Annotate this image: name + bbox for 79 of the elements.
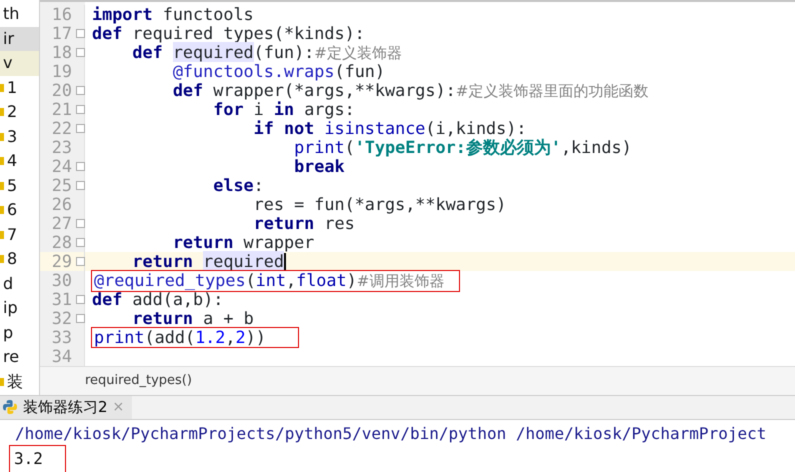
file-marker-icon bbox=[0, 230, 4, 239]
project-tree-item[interactable]: 5 bbox=[0, 174, 39, 198]
project-tree-item[interactable]: d bbox=[0, 272, 39, 296]
fold-marker-icon[interactable] bbox=[76, 314, 84, 323]
highlighted-code-line: @required_types(int,float)#调用装饰器 bbox=[92, 270, 460, 290]
line-number: 19 bbox=[50, 62, 73, 81]
code-line: return wrapper bbox=[172, 233, 314, 252]
file-marker-icon bbox=[0, 255, 4, 264]
run-tab[interactable]: 装饰器练习2 × bbox=[0, 396, 132, 418]
code-line: def required(fun):#定义装饰器 bbox=[131, 42, 402, 62]
project-tree-item[interactable]: 4 bbox=[0, 149, 39, 174]
file-marker-icon bbox=[0, 84, 4, 92]
fold-marker-icon[interactable] bbox=[76, 257, 84, 266]
fold-marker-icon[interactable] bbox=[76, 238, 84, 247]
code-line: def required_types(*kinds): bbox=[92, 24, 365, 43]
project-tree-item[interactable]: ir bbox=[0, 26, 39, 51]
highlighted-code-line: print(add(1.2,2)) bbox=[92, 328, 298, 347]
file-marker-icon bbox=[0, 182, 4, 190]
project-tree-item[interactable]: 装 bbox=[0, 370, 39, 394]
code-line: @functools.wraps(fun) bbox=[172, 62, 386, 81]
python-icon bbox=[2, 399, 18, 416]
fold-marker-icon[interactable] bbox=[76, 124, 84, 133]
code-line: res = fun(*args,**kwargs) bbox=[252, 195, 506, 214]
line-number: 29 bbox=[50, 252, 73, 271]
fold-marker-icon[interactable] bbox=[76, 29, 84, 38]
line-number: 26 bbox=[50, 195, 73, 214]
project-tree-item[interactable]: p bbox=[0, 320, 39, 345]
line-number: 32 bbox=[50, 309, 73, 328]
line-number: 17 bbox=[50, 24, 73, 43]
project-tree-item[interactable]: ip bbox=[0, 296, 39, 320]
code-line: def wrapper(*args,**kwargs):#定义装饰器里面的功能函数 bbox=[172, 80, 648, 100]
line-number: 30 bbox=[50, 271, 73, 290]
file-marker-icon bbox=[0, 378, 4, 386]
console-command: /home/kiosk/PycharmProjects/python5/venv/bin/python /home/kiosk/PycharmProject bbox=[15, 424, 766, 444]
project-tree-item[interactable]: 2 bbox=[0, 100, 39, 124]
code-line: for i in args: bbox=[212, 100, 355, 119]
project-tree-item[interactable]: v bbox=[0, 51, 39, 76]
code-line: print('TypeError:参数必须为',kinds) bbox=[293, 138, 632, 157]
line-number: 18 bbox=[50, 43, 73, 62]
code-line: return res bbox=[252, 214, 355, 233]
code-line: if not isinstance(i,kinds): bbox=[252, 119, 526, 138]
line-number: 34 bbox=[50, 347, 73, 366]
fold-marker-icon[interactable] bbox=[76, 105, 84, 114]
line-number: 31 bbox=[50, 290, 73, 309]
file-marker-icon bbox=[0, 132, 4, 141]
code-line: break bbox=[293, 157, 345, 176]
fold-marker-icon[interactable] bbox=[76, 162, 84, 171]
project-tree-item[interactable]: 3 bbox=[0, 124, 39, 149]
file-marker-icon bbox=[0, 206, 4, 214]
project-tree-item[interactable]: re bbox=[0, 345, 39, 370]
fold-marker-icon[interactable] bbox=[76, 219, 84, 228]
line-number: 24 bbox=[50, 157, 73, 176]
line-number: 22 bbox=[50, 119, 73, 138]
line-number: 33 bbox=[50, 328, 73, 347]
fold-marker-icon[interactable] bbox=[76, 181, 84, 190]
line-number: 20 bbox=[50, 81, 73, 100]
line-number: 28 bbox=[50, 233, 73, 252]
code-line: def add(a,b): bbox=[92, 290, 224, 309]
project-tree-item[interactable]: 7 bbox=[0, 222, 39, 247]
line-number: 27 bbox=[50, 214, 73, 233]
fold-marker-icon[interactable] bbox=[76, 86, 84, 95]
breadcrumb[interactable]: required_types() bbox=[85, 371, 192, 391]
line-number: 25 bbox=[50, 176, 73, 195]
project-tree-item[interactable]: th bbox=[0, 2, 39, 26]
project-tree-item[interactable]: 8 bbox=[0, 247, 39, 272]
line-number: 16 bbox=[50, 5, 73, 24]
console-output: 3.2 bbox=[10, 446, 65, 472]
line-number: 21 bbox=[50, 100, 73, 119]
line-number: 23 bbox=[50, 138, 73, 157]
text-cursor bbox=[284, 253, 286, 270]
project-tree-item[interactable]: 1 bbox=[0, 76, 39, 100]
fold-marker-icon[interactable] bbox=[76, 295, 84, 304]
fold-marker-icon[interactable] bbox=[76, 48, 84, 57]
code-line: return a + b bbox=[131, 309, 254, 328]
file-marker-icon bbox=[0, 157, 4, 166]
file-marker-icon bbox=[0, 108, 4, 116]
code-line: import functools bbox=[92, 5, 254, 24]
code-line: else: bbox=[212, 176, 264, 195]
project-tree-item[interactable]: 6 bbox=[0, 198, 39, 222]
